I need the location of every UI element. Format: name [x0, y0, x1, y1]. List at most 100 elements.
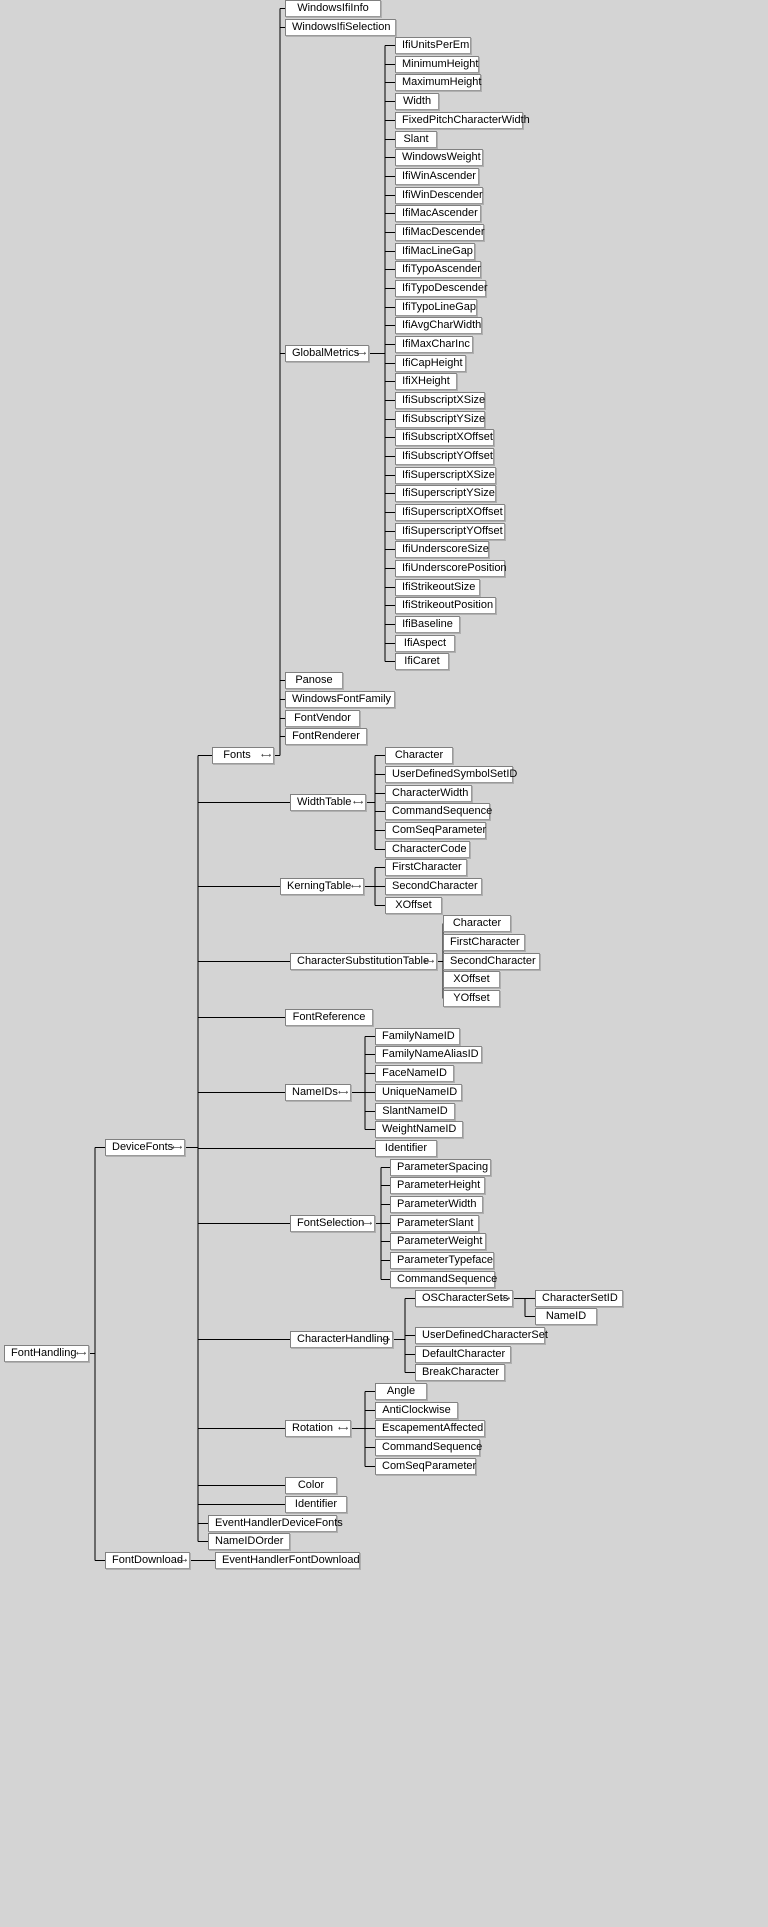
node-parameterheight: ParameterHeight — [390, 1177, 485, 1194]
expand-collapse-icon[interactable]: ⟷ — [353, 798, 363, 807]
expand-collapse-icon[interactable]: ⟷ — [424, 957, 434, 966]
node-label: EventHandlerDeviceFonts — [215, 1517, 343, 1529]
node-secondcharacter: SecondCharacter — [385, 878, 482, 895]
node-breakcharacter: BreakCharacter — [415, 1364, 505, 1381]
node-label: IfiMaxCharInc — [402, 338, 470, 350]
node-label: XOffset — [395, 899, 432, 911]
node-fonts[interactable]: Fonts ⟷ — [212, 747, 274, 764]
node-escapementaffected: EscapementAffected — [375, 1420, 485, 1437]
node-ifisubscriptxsize: IfiSubscriptXSize — [395, 392, 485, 409]
node-ifiwindescender: IfiWinDescender — [395, 187, 483, 204]
node-label: UserDefinedCharacterSet — [422, 1329, 548, 1341]
node-fontselection[interactable]: FontSelection ⟷ — [290, 1215, 375, 1232]
node-fixedpitchcharacterwidth: FixedPitchCharacterWidth — [395, 112, 530, 129]
node-characterhandling[interactable]: CharacterHandling ⟷ — [290, 1331, 393, 1348]
node-label: IfiMacAscender — [402, 207, 478, 219]
expand-collapse-icon[interactable]: ⟷ — [380, 1335, 390, 1344]
node-label: FirstCharacter — [392, 861, 462, 873]
expand-collapse-icon[interactable]: ⟷ — [362, 1219, 372, 1228]
node-label: IfiMacDescender — [402, 226, 485, 238]
expand-collapse-icon[interactable]: ⟷ — [172, 1143, 182, 1152]
node-label: DefaultCharacter — [422, 1348, 506, 1360]
node-label: IfiAspect — [403, 637, 447, 649]
diagram-canvas: WindowsIfiInfo WindowsIfiSelection IfiUnit… — [0, 0, 768, 1927]
node-label: SlantNameID — [382, 1105, 448, 1117]
node-label: FontRenderer — [292, 730, 360, 742]
node-ifimacascender: IfiMacAscender — [395, 205, 481, 222]
node-ifiunitsperem: IfiUnitsPerEm — [395, 37, 471, 54]
node-ifixheight: IfiXHeight — [395, 373, 457, 390]
node-eventhandlerfontdownload: EventHandlerFontDownload — [215, 1552, 360, 1569]
node-character: Character — [443, 915, 511, 932]
node-ifibaseline: IfiBaseline — [395, 616, 460, 633]
expand-collapse-icon[interactable]: ⟷ — [351, 882, 361, 891]
node-label: WindowsFontFamily — [292, 693, 392, 705]
node-commandsequence: CommandSequence — [385, 803, 492, 820]
node-windowsifiselection: WindowsIfiSelection — [285, 19, 396, 36]
node-charactersetid: CharacterSetID — [535, 1290, 623, 1307]
node-label: FaceNameID — [382, 1067, 447, 1079]
node-comseqparameter: ComSeqParameter — [385, 822, 486, 839]
node-label: IfiUnderscorePosition — [402, 562, 507, 574]
node-label: Width — [402, 95, 432, 107]
node-label: Panose — [295, 674, 333, 686]
expand-collapse-icon[interactable]: ⟷ — [338, 1088, 348, 1097]
node-fontrenderer: FontRenderer — [285, 728, 367, 745]
node-label: CharacterCode — [392, 843, 467, 855]
node-label: NameIDOrder — [215, 1535, 284, 1547]
node-ifimacdescender: IfiMacDescender — [395, 224, 485, 241]
node-label: UserDefinedSymbolSetID — [392, 768, 518, 780]
node-fonthandling[interactable]: FontHandling ⟷ — [4, 1345, 89, 1362]
node-label: CharacterSubstitutionTable — [297, 955, 430, 967]
node-ifistrikeoutposition: IfiStrikeoutPosition — [395, 597, 496, 614]
node-label: IfiCaret — [404, 655, 440, 667]
expand-collapse-icon[interactable]: ⟷ — [177, 1556, 187, 1565]
node-label: ComSeqParameter — [392, 824, 487, 836]
node-label: Slant — [403, 133, 429, 145]
node-charactersubstitutiontable[interactable]: CharacterSubstitutionTable ⟷ — [290, 953, 437, 970]
node-angle: Angle — [375, 1383, 427, 1400]
node-maximumheight: MaximumHeight — [395, 74, 481, 91]
node-label: IfiWinAscender — [402, 170, 476, 182]
node-kerningtable[interactable]: KerningTable ⟷ — [280, 878, 364, 895]
node-commandsequence: CommandSequence — [390, 1271, 497, 1288]
node-label: YOffset — [453, 992, 490, 1004]
node-nameids[interactable]: NameIDs ⟷ — [285, 1084, 351, 1101]
node-charactercode: CharacterCode — [385, 841, 470, 858]
node-oscharactersets[interactable]: OSCharacterSets ⟷ — [415, 1290, 513, 1307]
node-label: CharacterHandling — [297, 1333, 389, 1345]
node-label: ParameterHeight — [397, 1179, 481, 1191]
node-ifitypolinegap: IfiTypoLineGap — [395, 299, 477, 316]
node-label: IfiWinDescender — [402, 189, 483, 201]
node-defaultcharacter: DefaultCharacter — [415, 1346, 511, 1363]
node-slantnameid: SlantNameID — [375, 1103, 455, 1120]
node-ifiavgcharwidth: IfiAvgCharWidth — [395, 317, 482, 334]
node-devicefonts[interactable]: DeviceFonts ⟷ — [105, 1139, 185, 1156]
node-label: GlobalMetrics — [292, 347, 360, 359]
node-label: NameID — [545, 1310, 587, 1322]
node-slant: Slant — [395, 131, 437, 148]
node-label: MinimumHeight — [402, 58, 479, 70]
node-label: EscapementAffected — [382, 1422, 484, 1434]
expand-collapse-icon[interactable]: ⟷ — [338, 1424, 348, 1433]
expand-collapse-icon[interactable]: ⟷ — [76, 1349, 86, 1358]
node-globalmetrics[interactable]: GlobalMetrics ⟷ — [285, 345, 369, 362]
expand-collapse-icon[interactable]: ⟷ — [500, 1294, 510, 1303]
node-rotation[interactable]: Rotation ⟷ — [285, 1420, 351, 1437]
node-label: ComSeqParameter — [382, 1460, 477, 1472]
node-label: WindowsIfiInfo — [297, 2, 369, 14]
node-fontdownload[interactable]: FontDownload ⟷ — [105, 1552, 190, 1569]
node-identifier: Identifier — [285, 1496, 347, 1513]
node-label: IfiAvgCharWidth — [402, 319, 482, 331]
node-label: FixedPitchCharacterWidth — [402, 114, 530, 126]
node-label: IfiStrikeoutSize — [402, 581, 476, 593]
node-secondcharacter: SecondCharacter — [443, 953, 540, 970]
node-label: OSCharacterSets — [422, 1292, 509, 1304]
node-userdefinedcharacterset: UserDefinedCharacterSet — [415, 1327, 548, 1344]
expand-collapse-icon[interactable]: ⟷ — [356, 349, 366, 358]
node-uniquenameid: UniqueNameID — [375, 1084, 462, 1101]
node-familynamealiasid: FamilyNameAliasID — [375, 1046, 482, 1063]
expand-collapse-icon[interactable]: ⟷ — [261, 751, 271, 760]
node-widthtable[interactable]: WidthTable ⟷ — [290, 794, 366, 811]
node-ifisubscriptyoffset: IfiSubscriptYOffset — [395, 448, 494, 465]
